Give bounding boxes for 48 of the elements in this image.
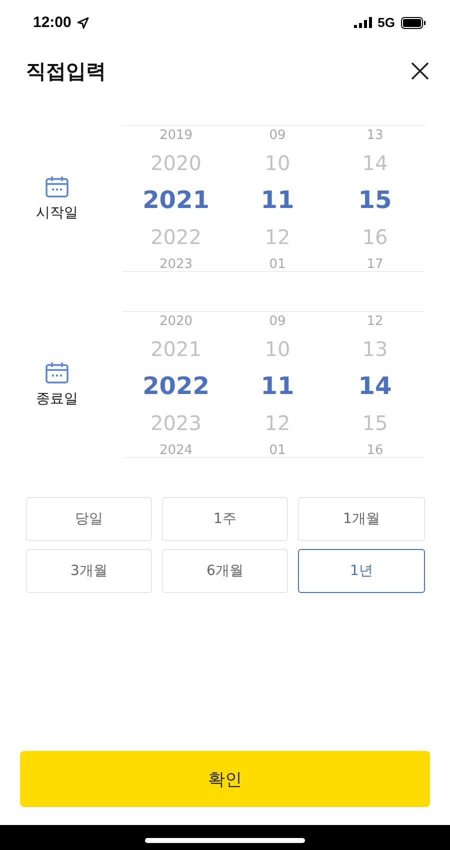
picker-value[interactable]: 2022 bbox=[142, 374, 210, 398]
network-label: 5G bbox=[378, 15, 395, 30]
period-button[interactable]: 6개월 bbox=[162, 549, 288, 593]
picker-value[interactable]: 11 bbox=[260, 188, 294, 212]
period-button[interactable]: 당일 bbox=[26, 497, 152, 541]
picker-value[interactable]: 12 bbox=[264, 412, 290, 432]
picker-value[interactable]: 01 bbox=[269, 444, 286, 456]
period-button[interactable]: 1주 bbox=[162, 497, 288, 541]
picker-value[interactable]: 09 bbox=[269, 128, 286, 142]
picker-value[interactable]: 10 bbox=[264, 152, 290, 172]
picker-value[interactable]: 16 bbox=[362, 226, 388, 246]
picker-value[interactable]: 2020 bbox=[150, 152, 202, 172]
calendar-icon bbox=[45, 362, 69, 384]
picker-value[interactable]: 14 bbox=[362, 152, 388, 172]
picker-value[interactable]: 13 bbox=[362, 338, 388, 358]
picker-value[interactable]: 14 bbox=[358, 374, 392, 398]
period-button[interactable]: 1년 bbox=[298, 549, 425, 593]
picker-value[interactable]: 15 bbox=[362, 412, 388, 432]
picker-value[interactable]: 16 bbox=[366, 444, 384, 456]
confirm-button[interactable]: 확인 bbox=[20, 751, 430, 807]
location-arrow-icon bbox=[77, 16, 90, 28]
close-icon[interactable] bbox=[410, 61, 430, 81]
signal-icon bbox=[354, 17, 372, 28]
picker-value[interactable]: 2023 bbox=[159, 258, 193, 270]
picker-value[interactable]: 09 bbox=[269, 314, 286, 328]
picker-value[interactable]: 2021 bbox=[150, 338, 202, 358]
picker-value[interactable]: 12 bbox=[366, 314, 384, 328]
period-button[interactable]: 3개월 bbox=[26, 549, 152, 593]
picker-value[interactable]: 2023 bbox=[150, 412, 202, 432]
date-label: 종료일 bbox=[36, 390, 78, 408]
picker-value[interactable]: 15 bbox=[358, 188, 392, 212]
picker-value[interactable]: 2021 bbox=[142, 188, 210, 212]
status-time: 12:00 bbox=[33, 14, 72, 31]
picker-value[interactable]: 2020 bbox=[159, 314, 193, 328]
picker-value[interactable]: 2024 bbox=[159, 444, 193, 456]
period-button[interactable]: 1개월 bbox=[298, 497, 425, 541]
battery-icon bbox=[401, 16, 426, 28]
picker-value[interactable]: 13 bbox=[366, 128, 384, 142]
picker-value[interactable]: 01 bbox=[269, 258, 286, 270]
picker-value[interactable]: 2019 bbox=[159, 128, 193, 142]
picker-value[interactable]: 10 bbox=[264, 338, 290, 358]
picker-value[interactable]: 17 bbox=[366, 258, 384, 270]
picker-value[interactable]: 12 bbox=[264, 226, 290, 246]
picker-value[interactable]: 2022 bbox=[150, 226, 202, 246]
date-label: 시작일 bbox=[36, 204, 78, 222]
calendar-icon bbox=[45, 176, 69, 198]
page-title: 직접입력 bbox=[26, 58, 106, 84]
picker-value[interactable]: 11 bbox=[260, 374, 294, 398]
